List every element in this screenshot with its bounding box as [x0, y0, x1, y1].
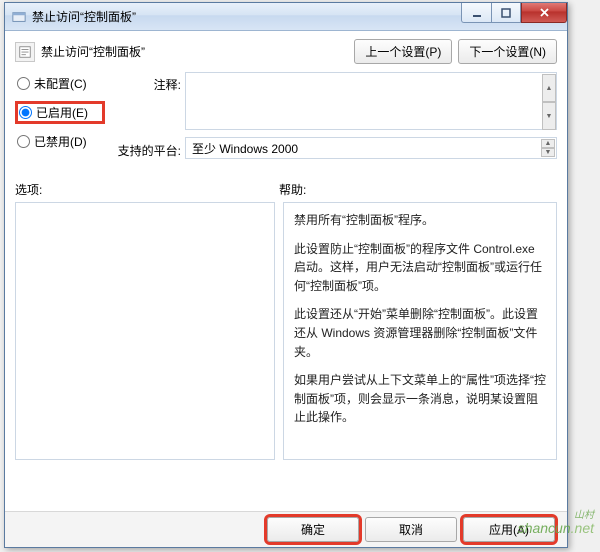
help-p1: 禁用所有“控制面板”程序。 [294, 211, 546, 230]
radio-enabled-label: 已启用(E) [36, 104, 88, 121]
dialog-footer: 确定 取消 应用(A) [5, 511, 567, 547]
platform-value: 至少 Windows 2000 [192, 140, 298, 157]
radio-not-configured[interactable]: 未配置(C) [15, 74, 105, 93]
radio-disabled-label: 已禁用(D) [34, 133, 87, 150]
minimize-button[interactable] [461, 3, 491, 23]
maximize-button[interactable] [491, 3, 521, 23]
help-label: 帮助: [279, 181, 306, 198]
radio-enabled-input[interactable] [19, 106, 32, 119]
window-controls [461, 3, 567, 23]
platform-label: 支持的平台: [115, 138, 185, 159]
help-p2: 此设置防止“控制面板”的程序文件 Control.exe 启动。这样，用户无法启… [294, 240, 546, 296]
comment-label: 注释: [115, 72, 185, 133]
ok-button[interactable]: 确定 [267, 517, 359, 542]
policy-title: 禁止访问“控制面板” [41, 43, 145, 60]
comment-scroll-down[interactable]: ▼ [542, 102, 556, 130]
policy-icon [15, 42, 35, 62]
radio-not-configured-label: 未配置(C) [34, 75, 87, 92]
comment-textarea[interactable] [185, 72, 557, 130]
apply-button[interactable]: 应用(A) [463, 517, 555, 542]
radio-enabled[interactable]: 已启用(E) [15, 101, 105, 124]
radio-disabled[interactable]: 已禁用(D) [15, 132, 105, 151]
cancel-button[interactable]: 取消 [365, 517, 457, 542]
options-pane [15, 202, 275, 460]
comment-scroll-up[interactable]: ▲ [542, 74, 556, 102]
prev-setting-button[interactable]: 上一个设置(P) [354, 39, 452, 64]
platform-scroll-up[interactable]: ▲ [541, 139, 555, 148]
help-p3: 此设置还从“开始”菜单删除“控制面板”。此设置还从 Windows 资源管理器删… [294, 305, 546, 361]
platform-field: 至少 Windows 2000 ▲ ▼ [185, 137, 557, 159]
next-setting-button[interactable]: 下一个设置(N) [458, 39, 557, 64]
config-section: 未配置(C) 已启用(E) 已禁用(D) 注释: ▲ [15, 72, 557, 159]
radio-not-configured-input[interactable] [17, 77, 30, 90]
platform-scroll-down[interactable]: ▼ [541, 148, 555, 157]
window-title: 禁止访问“控制面板” [32, 8, 136, 25]
help-p4: 如果用户尝试从上下文菜单上的“属性”项选择“控制面板”项，则会显示一条消息，说明… [294, 371, 546, 427]
options-label: 选项: [15, 181, 279, 198]
dialog-content: 禁止访问“控制面板” 上一个设置(P) 下一个设置(N) 未配置(C) 已启用(… [5, 31, 567, 460]
help-pane: 禁用所有“控制面板”程序。 此设置防止“控制面板”的程序文件 Control.e… [283, 202, 557, 460]
header-row: 禁止访问“控制面板” 上一个设置(P) 下一个设置(N) [15, 39, 557, 64]
titlebar[interactable]: 禁止访问“控制面板” [5, 3, 567, 31]
close-button[interactable] [521, 3, 567, 23]
radio-disabled-input[interactable] [17, 135, 30, 148]
dialog-window: 禁止访问“控制面板” 禁止访问“控制面板” 上一个设置(P) 下一个 [4, 2, 568, 548]
title-icon [11, 9, 27, 25]
